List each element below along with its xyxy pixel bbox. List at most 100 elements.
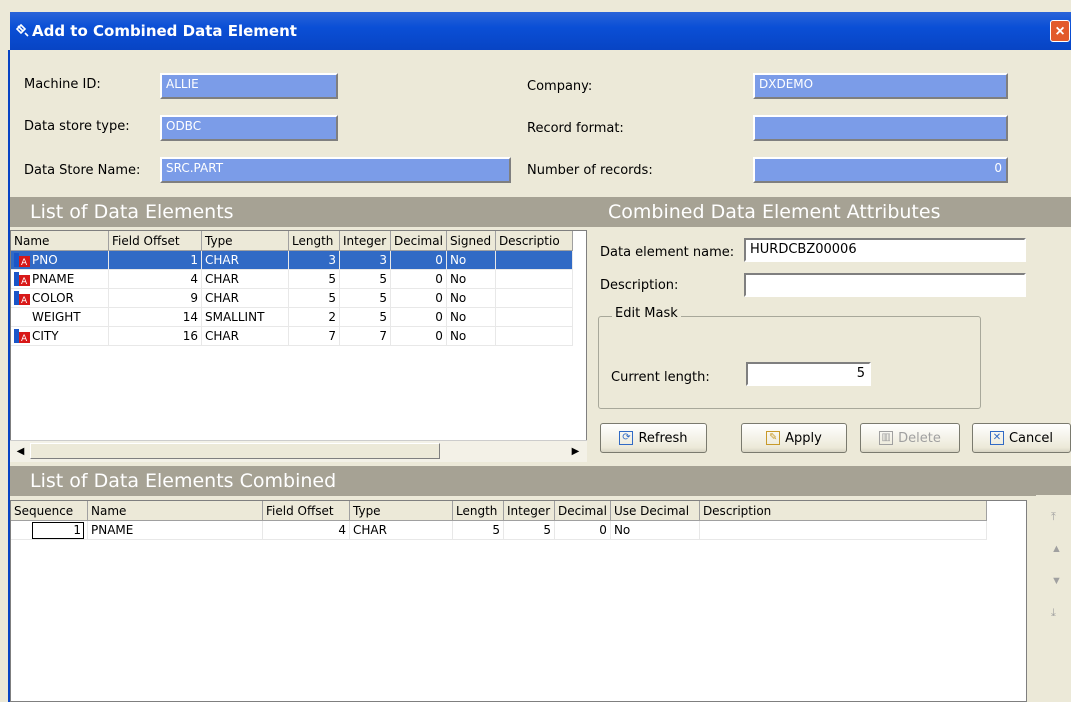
cancel-button[interactable]: ✕ Cancel	[972, 423, 1071, 453]
svg-text:A: A	[21, 334, 28, 343]
refresh-icon: ⟳	[619, 431, 634, 445]
cell-offset: 9	[108, 288, 202, 308]
cell-type: CHAR	[201, 250, 289, 270]
cell-type: SMALLINT	[201, 307, 289, 327]
cell-signed: No	[446, 326, 496, 346]
scroll-left-icon[interactable]: ◀	[12, 443, 29, 460]
cell-signed: No	[446, 288, 496, 308]
cell-name: A PNAME	[11, 269, 109, 289]
cell-offset: 4	[108, 269, 202, 289]
cell-length: 5	[288, 269, 340, 289]
col-description[interactable]: Descriptio	[495, 231, 573, 251]
data-element-icon: A	[14, 272, 30, 287]
cell-length: 7	[288, 326, 340, 346]
move-bottom-icon[interactable]: ⤓	[1051, 607, 1056, 620]
apply-button[interactable]: ✎ Apply	[741, 423, 847, 453]
col-name[interactable]: Name	[11, 231, 109, 251]
table-row[interactable]: A PNO 1 CHAR 3 3 0 No	[11, 250, 573, 270]
col-length[interactable]: Length	[288, 231, 340, 251]
element-name: PNAME	[32, 271, 75, 286]
cell-description	[495, 250, 573, 270]
trash-icon: ▥	[879, 431, 894, 445]
data-elements-table: Name Field Offset Type Length Integer De…	[11, 231, 573, 346]
cell-decimal: 0	[390, 307, 447, 327]
cell-description	[495, 307, 573, 327]
element-name: COLOR	[32, 290, 74, 305]
cell-integer: 5	[339, 307, 391, 327]
refresh-button[interactable]: ⟳ Refresh	[600, 423, 707, 453]
cell-integer: 5	[339, 269, 391, 289]
svg-text:A: A	[21, 277, 28, 286]
combined-table: Sequence Name Field Offset Type Length I…	[11, 501, 987, 540]
cell-length: 2	[288, 307, 340, 327]
col-type[interactable]: Type	[201, 231, 289, 251]
table-row[interactable]: A PNAME 4 CHAR 5 5 0 No	[11, 269, 573, 289]
scroll-right-icon[interactable]: ▶	[567, 443, 584, 460]
data-store-name-field: SRC.PART	[160, 157, 511, 183]
apply-icon: ✎	[766, 431, 781, 445]
col-name[interactable]: Name	[87, 501, 263, 521]
cell-name: WEIGHT	[11, 307, 109, 327]
col-decimal[interactable]: Decimal	[554, 501, 611, 521]
current-length-input[interactable]: 5	[746, 362, 871, 386]
machine-id-field: ALLIE	[160, 73, 338, 99]
number-of-records-label: Number of records:	[527, 163, 653, 178]
move-top-icon[interactable]: ⤒	[1051, 511, 1056, 524]
col-integer[interactable]: Integer	[339, 231, 391, 251]
cell-name: A CITY	[11, 326, 109, 346]
scrollbar-thumb[interactable]	[30, 443, 440, 459]
data-element-icon: A	[14, 329, 30, 344]
combined-grid[interactable]: Sequence Name Field Offset Type Length I…	[10, 500, 1027, 702]
blank-icon	[14, 310, 30, 324]
cell-description	[699, 520, 987, 540]
cell-type: CHAR	[201, 269, 289, 289]
cell-name: A COLOR	[11, 288, 109, 308]
col-sequence[interactable]: Sequence	[11, 501, 88, 521]
combined-header: List of Data Elements Combined	[10, 466, 1071, 496]
element-name: WEIGHT	[32, 309, 81, 324]
satellite-icon	[16, 24, 29, 37]
horizontal-scrollbar[interactable]: ◀ ▶	[10, 440, 587, 462]
cell-decimal: 0	[390, 326, 447, 346]
delete-button[interactable]: ▥ Delete	[860, 423, 960, 453]
svg-text:A: A	[21, 296, 28, 305]
cell-integer: 7	[339, 326, 391, 346]
cell-sequence: 1	[11, 520, 88, 540]
col-description[interactable]: Description	[699, 501, 987, 521]
table-row[interactable]: A COLOR 9 CHAR 5 5 0 No	[11, 288, 573, 308]
cell-description	[495, 326, 573, 346]
col-length[interactable]: Length	[452, 501, 504, 521]
cell-integer: 3	[339, 250, 391, 270]
cell-description	[495, 269, 573, 289]
reorder-panel	[1036, 495, 1071, 702]
description-input[interactable]	[744, 273, 1026, 297]
cell-offset: 4	[262, 520, 350, 540]
cell-use-decimal: No	[610, 520, 700, 540]
col-type[interactable]: Type	[349, 501, 453, 521]
delete-button-label: Delete	[898, 430, 941, 446]
table-row[interactable]: WEIGHT 14 SMALLINT 2 5 0 No	[11, 307, 573, 327]
svg-text:A: A	[21, 258, 28, 267]
move-up-icon[interactable]: ▲	[1051, 543, 1062, 555]
move-down-icon[interactable]: ▼	[1051, 575, 1062, 587]
cell-offset: 1	[108, 250, 202, 270]
cell-signed: No	[446, 250, 496, 270]
col-field-offset[interactable]: Field Offset	[262, 501, 350, 521]
apply-button-label: Apply	[785, 430, 822, 446]
col-field-offset[interactable]: Field Offset	[108, 231, 202, 251]
record-format-label: Record format:	[527, 121, 624, 136]
table-row[interactable]: 1 PNAME 4 CHAR 5 5 0 No	[11, 520, 987, 540]
table-row[interactable]: A CITY 16 CHAR 7 7 0 No	[11, 326, 573, 346]
data-element-icon: A	[14, 253, 30, 268]
sequence-input[interactable]: 1	[32, 521, 84, 539]
data-element-icon: A	[14, 291, 30, 306]
cell-signed: No	[446, 269, 496, 289]
col-decimal[interactable]: Decimal	[390, 231, 447, 251]
col-use-decimal[interactable]: Use Decimal	[610, 501, 700, 521]
col-signed[interactable]: Signed	[446, 231, 496, 251]
company-label: Company:	[527, 79, 593, 94]
close-button[interactable]: ×	[1050, 20, 1070, 42]
data-elements-grid[interactable]: Name Field Offset Type Length Integer De…	[10, 230, 587, 441]
col-integer[interactable]: Integer	[503, 501, 555, 521]
data-element-name-input[interactable]: HURDCBZ00006	[744, 238, 1026, 262]
